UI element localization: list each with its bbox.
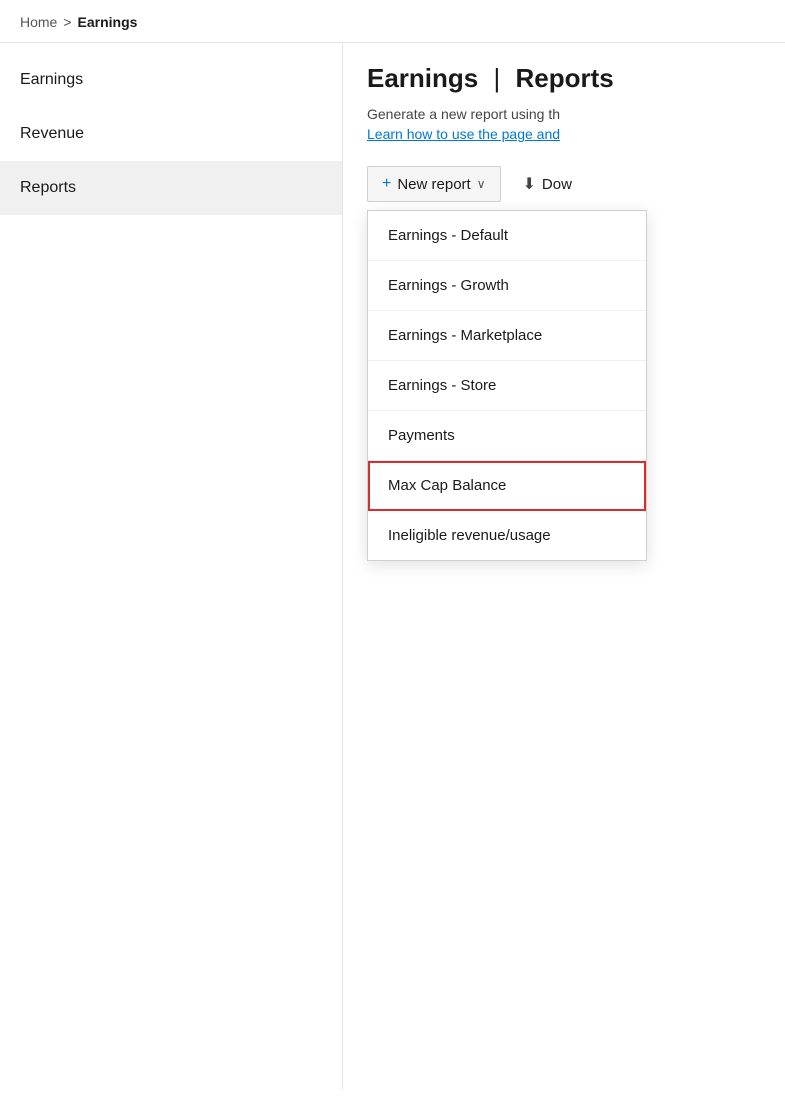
breadcrumb-current: Earnings	[78, 14, 138, 30]
breadcrumb-separator: >	[63, 14, 71, 30]
sidebar-item-revenue[interactable]: Revenue	[0, 107, 342, 161]
breadcrumb-home[interactable]: Home	[20, 14, 57, 30]
download-icon: ⬇	[523, 174, 536, 194]
breadcrumb: Home > Earnings	[0, 0, 785, 43]
sidebar-item-earnings[interactable]: Earnings	[0, 53, 342, 107]
description-text: Generate a new report using th	[367, 106, 761, 122]
dropdown-item-earnings-marketplace[interactable]: Earnings - Marketplace	[368, 311, 646, 361]
learn-link[interactable]: Learn how to use the page and	[367, 126, 761, 142]
sidebar-item-earnings-label: Earnings	[20, 71, 83, 88]
page-title: Earnings | Reports	[367, 63, 761, 94]
dropdown-item-earnings-default[interactable]: Earnings - Default	[368, 211, 646, 261]
dropdown-item-max-cap-balance[interactable]: Max Cap Balance	[368, 461, 646, 511]
download-label: Dow	[542, 176, 572, 193]
page-title-sub: Reports	[515, 63, 613, 93]
chevron-down-icon: ∨	[477, 177, 486, 191]
download-button[interactable]: ⬇ Dow	[509, 166, 586, 202]
dropdown-item-earnings-store[interactable]: Earnings - Store	[368, 361, 646, 411]
page-title-separator: |	[493, 63, 500, 93]
dropdown-menu: Earnings - Default Earnings - Growth Ear…	[367, 210, 647, 561]
sidebar-item-reports-label: Reports	[20, 179, 76, 196]
sidebar: Earnings Revenue Reports	[0, 43, 343, 1090]
new-report-button[interactable]: + New report ∨	[367, 166, 501, 202]
dropdown-item-ineligible-revenue[interactable]: Ineligible revenue/usage	[368, 511, 646, 560]
plus-icon: +	[382, 175, 391, 193]
main-layout: Earnings Revenue Reports Earnings | Repo…	[0, 43, 785, 1090]
sidebar-item-reports[interactable]: Reports	[0, 161, 342, 215]
toolbar: + New report ∨ ⬇ Dow Earnings - Default …	[367, 166, 761, 202]
content-area: Earnings | Reports Generate a new report…	[343, 43, 785, 1090]
page-title-main: Earnings	[367, 63, 478, 93]
new-report-label: New report	[397, 176, 470, 193]
sidebar-item-revenue-label: Revenue	[20, 125, 84, 142]
dropdown-item-payments[interactable]: Payments	[368, 411, 646, 461]
dropdown-item-earnings-growth[interactable]: Earnings - Growth	[368, 261, 646, 311]
